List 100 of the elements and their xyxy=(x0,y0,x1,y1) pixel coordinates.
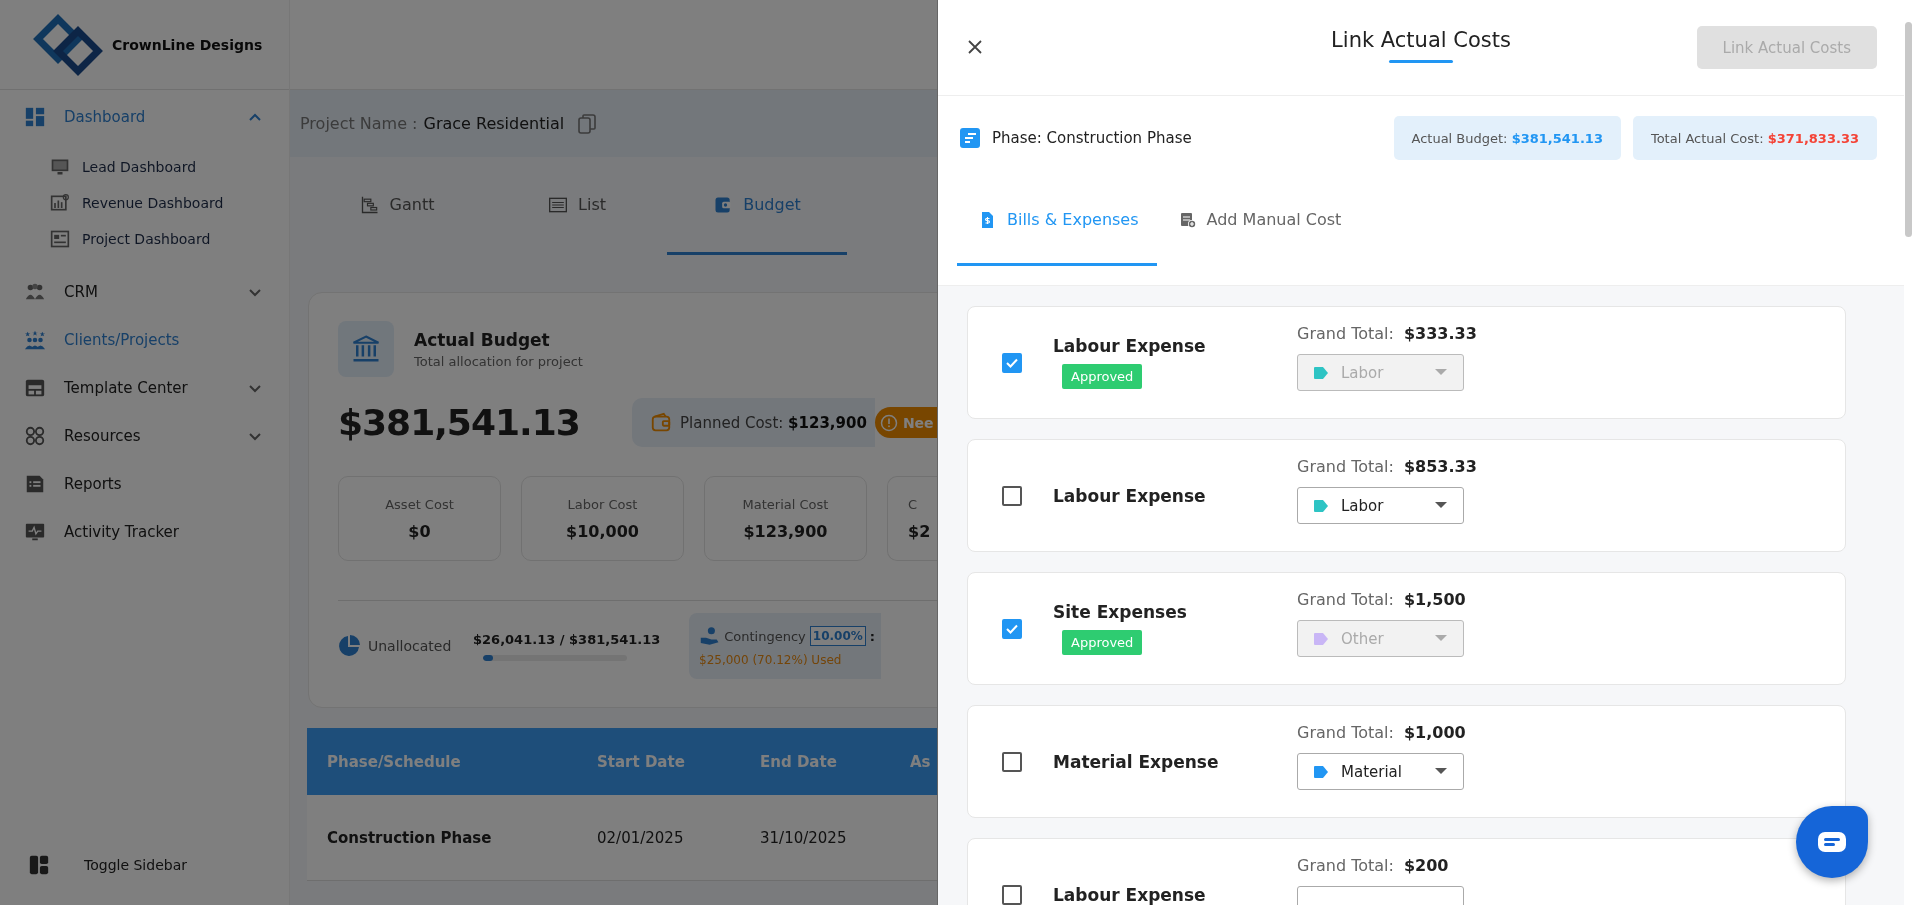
cost-value: $10,000 xyxy=(566,521,639,541)
wallet-icon xyxy=(650,411,672,434)
checkbox[interactable] xyxy=(1002,884,1022,905)
separator-text: : xyxy=(869,628,875,644)
view-tab[interactable]: Gantt xyxy=(307,157,487,255)
bank-icon xyxy=(351,334,381,364)
chart-icon xyxy=(50,193,70,213)
budget-amount: $381,541.13 xyxy=(338,402,581,443)
planned-cost-text: Planned Cost: $123,900 xyxy=(680,413,867,432)
unallocated-amount: $26,041.13 / $381,541.13 xyxy=(473,631,662,647)
checkbox[interactable] xyxy=(1002,618,1022,639)
checkbox[interactable] xyxy=(1002,352,1022,373)
resources-icon xyxy=(24,425,46,447)
total-label: Grand Total: xyxy=(1297,856,1394,875)
view-tab[interactable]: List xyxy=(487,157,667,255)
expense-name: Labour Expense xyxy=(1053,485,1206,506)
toggle-sidebar-button[interactable]: Toggle Sidebar xyxy=(0,835,289,895)
total-value: $1,500 xyxy=(1403,590,1466,609)
total-value: $853.33 xyxy=(1403,457,1477,476)
table-cell-text: 31/10/2025 xyxy=(760,828,848,847)
expense-name: Material Expense xyxy=(1053,751,1219,772)
checkbox[interactable] xyxy=(1002,485,1022,506)
dashboard-icon xyxy=(24,106,46,128)
add-document-icon xyxy=(1178,210,1197,229)
phase-name: Phase: Construction Phase xyxy=(992,129,1192,147)
card-subtitle: Total allocation for project xyxy=(414,353,583,369)
monitor-icon xyxy=(50,157,70,177)
panel-title: Link Actual Costs xyxy=(1331,28,1511,52)
nav-item[interactable]: Resources xyxy=(0,412,289,460)
caret-icon xyxy=(1435,368,1447,377)
chat-icon xyxy=(1817,830,1847,854)
cost-value: $123,900 xyxy=(743,521,828,541)
cost-label: Labor Cost xyxy=(567,496,638,512)
people-icon xyxy=(24,329,46,351)
panel-tab[interactable]: Bills & Expenses xyxy=(957,176,1157,266)
unallocated-label: Unallocated xyxy=(368,638,453,654)
panel-tab[interactable]: Add Manual Cost xyxy=(1156,176,1360,266)
nav-item[interactable]: CRM xyxy=(0,268,289,316)
caret-icon xyxy=(1435,501,1447,510)
nav-item[interactable]: Activity Tracker xyxy=(0,508,289,556)
table-cell-text: 02/01/2025 xyxy=(597,828,685,847)
view-tab[interactable]: Budget xyxy=(667,157,847,255)
cost-label: C xyxy=(908,496,918,512)
cost-value: $2 xyxy=(908,521,931,541)
document-icon xyxy=(50,229,70,249)
sidebar-icon xyxy=(28,854,50,876)
table-row[interactable]: Construction Phase 02/01/2025 31/10/2025 xyxy=(307,795,937,881)
status-badge: Approved xyxy=(1062,364,1143,389)
column-header: End Date xyxy=(760,752,838,771)
column-header: Phase/Schedule xyxy=(327,752,462,771)
column-header: As xyxy=(910,752,931,771)
contingency-label: Contingency xyxy=(724,628,806,644)
total-value: $333.33 xyxy=(1403,324,1477,343)
column-header: Start Date xyxy=(597,752,686,771)
nav-item[interactable]: Template Center xyxy=(0,364,289,412)
total-label: Grand Total: xyxy=(1297,590,1394,609)
summary-chip: Total Actual Cost: $371,833.33 xyxy=(1632,116,1877,160)
total-value: $1,000 xyxy=(1403,723,1466,742)
monitor-icon xyxy=(24,521,46,543)
card-title: Actual Budget xyxy=(414,329,551,350)
template-icon xyxy=(24,377,46,399)
expense-name: Labour Expense xyxy=(1053,884,1206,905)
phase-icon xyxy=(960,128,980,148)
category-select[interactable]: Labor xyxy=(1297,487,1464,524)
caret-icon xyxy=(1435,767,1447,776)
cost-label: Asset Cost xyxy=(385,496,454,512)
hand-coin-icon xyxy=(699,625,721,647)
total-label: Grand Total: xyxy=(1297,457,1394,476)
scrollbar[interactable] xyxy=(1905,22,1912,237)
total-label: Grand Total: xyxy=(1297,324,1394,343)
alert-icon xyxy=(879,413,898,432)
nav-item[interactable]: Dashboard xyxy=(0,93,289,141)
nav-item[interactable]: Project Dashboard xyxy=(0,221,289,257)
report-icon xyxy=(24,473,46,495)
cost-value: $0 xyxy=(408,521,431,541)
warning-badge: Nee xyxy=(874,407,937,438)
summary-chip: Actual Budget: $381,541.13 xyxy=(1393,116,1621,160)
nav-item[interactable]: Lead Dashboard xyxy=(0,149,289,185)
checkbox[interactable] xyxy=(1002,751,1022,772)
expense-name: Site Expenses xyxy=(1053,602,1187,622)
nav-item[interactable]: Clients/Projects xyxy=(0,316,289,364)
nav-item[interactable]: Revenue Dashboard xyxy=(0,185,289,221)
title-underline xyxy=(1389,60,1453,63)
pie-icon xyxy=(338,635,360,657)
contingency-used: $25,000 (70.12%) Used xyxy=(699,653,843,667)
project-label: Project Name : xyxy=(300,114,418,133)
logo-text: CrownLine Designs xyxy=(112,36,263,53)
nav-item[interactable]: Reports xyxy=(0,460,289,508)
status-badge: Approved xyxy=(1062,630,1143,655)
total-label: Grand Total: xyxy=(1297,723,1394,742)
close-icon xyxy=(967,39,983,55)
total-value: $200 xyxy=(1403,856,1449,875)
percent-field[interactable]: 10.00% xyxy=(809,626,866,646)
gantt-icon xyxy=(359,194,380,215)
category-select[interactable]: Material xyxy=(1297,753,1464,790)
cost-label: Material Cost xyxy=(742,496,829,512)
expense-name: Labour Expense xyxy=(1053,336,1206,356)
table-cell-text: Construction Phase xyxy=(327,828,493,847)
caret-icon xyxy=(1435,634,1447,643)
project-name: Grace Residential xyxy=(423,114,565,133)
